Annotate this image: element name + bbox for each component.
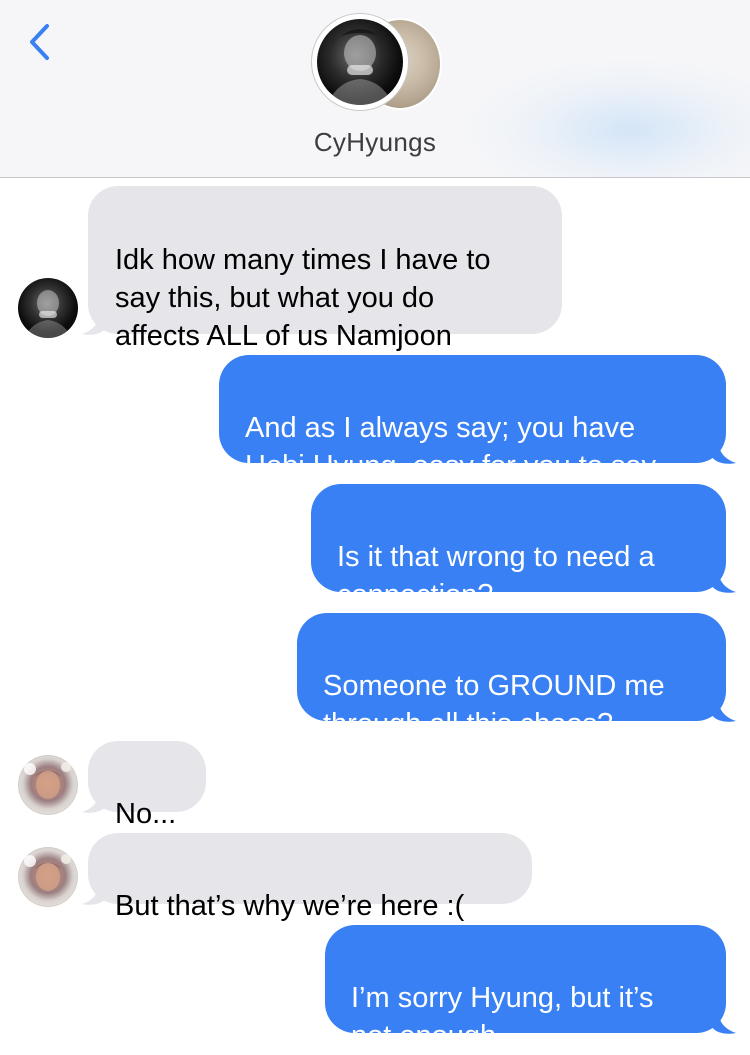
message-bubble-incoming[interactable]: But that’s why we’re here :(	[88, 833, 532, 922]
portrait-figure	[24, 290, 72, 338]
bubble-tail-incoming	[82, 310, 106, 335]
group-name[interactable]: CyHyungs	[0, 127, 750, 158]
portrait-figure	[24, 854, 71, 891]
header-glow	[470, 60, 750, 177]
message-bubble-outgoing[interactable]: Someone to GROUND me through all this ch…	[297, 613, 726, 740]
message-text: And as I always say; you have Hobi Hyung…	[245, 412, 657, 482]
message-text: Is it that wrong to need a connection?	[337, 541, 655, 611]
message-bubble-incoming[interactable]: Idk how many times I have to say this, b…	[88, 186, 562, 352]
message-text: But that’s why we’re here :(	[115, 890, 465, 922]
message-text: Idk how many times I have to say this, b…	[115, 244, 491, 352]
bubble-tail-outgoing	[712, 439, 736, 464]
conversation-header: CyHyungs	[0, 0, 750, 178]
message-text: No...	[115, 798, 177, 830]
message-bubble-outgoing[interactable]: Is it that wrong to need a connection?	[311, 484, 726, 611]
message-text: I’m sorry Hyung, but it’s not enough	[351, 982, 654, 1052]
chevron-left-icon	[30, 24, 49, 60]
group-avatar[interactable]	[312, 14, 442, 114]
bubble-tail-outgoing	[712, 1009, 736, 1034]
sender-avatar[interactable]	[18, 847, 78, 907]
bubble-tail-incoming	[82, 788, 106, 813]
message-text: Someone to GROUND me through all this ch…	[323, 670, 665, 740]
message-bubble-outgoing[interactable]: I’m sorry Hyung, but it’s not enough	[325, 925, 726, 1052]
avatar-photo	[317, 19, 403, 105]
back-button[interactable]	[22, 20, 56, 64]
portrait-figure	[327, 29, 393, 105]
bubble-tail-outgoing	[712, 697, 736, 722]
group-member-avatar-primary	[312, 14, 408, 110]
portrait-figure	[24, 762, 71, 799]
bubble-tail-outgoing	[712, 568, 736, 593]
bubble-tail-incoming	[82, 880, 106, 905]
sender-avatar[interactable]	[18, 755, 78, 815]
sender-avatar[interactable]	[18, 278, 78, 338]
message-bubble-outgoing[interactable]: And as I always say; you have Hobi Hyung…	[219, 355, 726, 482]
